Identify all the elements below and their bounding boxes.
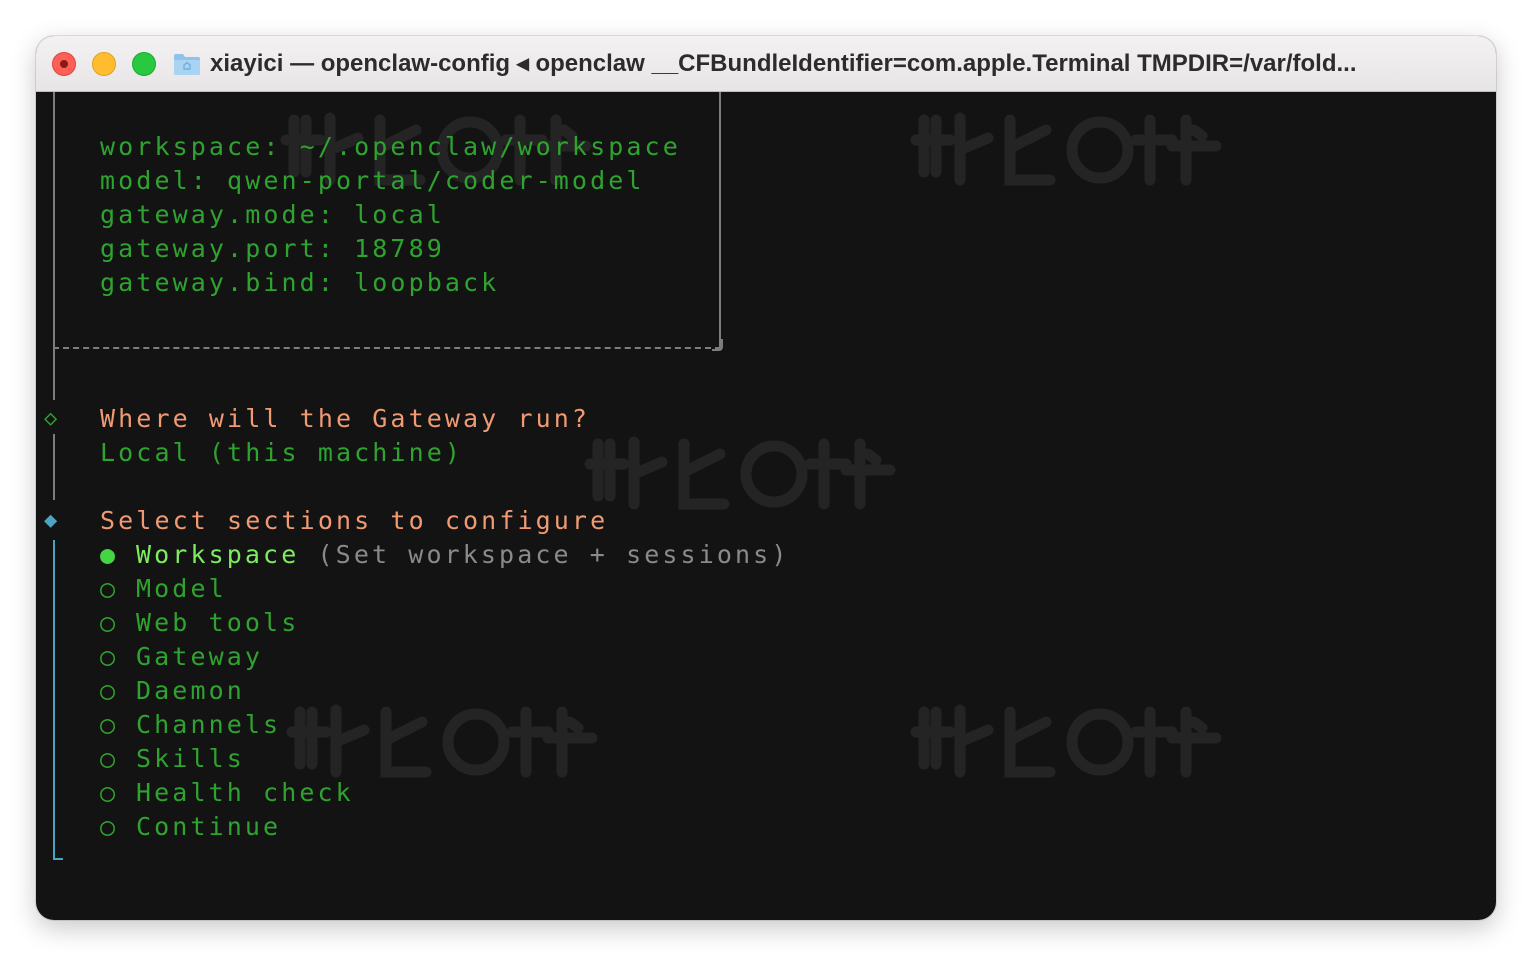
sections-prompt-label: Select sections to configure xyxy=(100,506,609,535)
completed-step-diamond-icon: ◇ xyxy=(44,406,61,431)
box-right-border xyxy=(719,92,721,348)
unselected-bullet-icon: ○ xyxy=(100,574,119,603)
gateway-question-label: Where will the Gateway run? xyxy=(100,404,591,433)
watermark-logo xyxy=(910,112,1222,186)
rail-segment xyxy=(53,434,55,500)
gateway-question-answer: Local (this machine) xyxy=(100,438,464,467)
option-hint: (Set workspace + sessions) xyxy=(317,540,790,569)
option-label: Model xyxy=(136,574,227,603)
unselected-bullet-icon: ○ xyxy=(100,812,119,841)
option-channels[interactable]: ○ Channels xyxy=(100,708,281,742)
watermark-logo xyxy=(286,704,598,778)
option-label: Web tools xyxy=(136,608,300,637)
selected-bullet-icon: ● xyxy=(100,540,119,569)
option-continue[interactable]: ○ Continue xyxy=(100,810,281,844)
unselected-bullet-icon: ○ xyxy=(100,676,119,705)
unselected-bullet-icon: ○ xyxy=(100,778,119,807)
folder-icon xyxy=(174,54,200,75)
option-label: Gateway xyxy=(136,642,264,671)
active-rail-end xyxy=(53,858,63,860)
close-button[interactable] xyxy=(52,52,76,76)
option-label: Skills xyxy=(136,744,245,773)
unselected-bullet-icon: ○ xyxy=(100,710,119,739)
option-health-check[interactable]: ○ Health check xyxy=(100,776,354,810)
box-left-border xyxy=(53,92,55,350)
watermark-logo xyxy=(910,704,1222,778)
option-workspace[interactable]: ● Workspace (Set workspace + sessions) xyxy=(100,538,789,572)
box-corner xyxy=(712,339,723,351)
watermark-logo xyxy=(584,436,896,510)
minimize-button[interactable] xyxy=(92,52,116,76)
active-rail xyxy=(53,540,55,860)
option-daemon[interactable]: ○ Daemon xyxy=(100,674,245,708)
option-label: Continue xyxy=(136,812,282,841)
option-label: Daemon xyxy=(136,676,245,705)
option-web-tools[interactable]: ○ Web tools xyxy=(100,606,299,640)
unselected-bullet-icon: ○ xyxy=(100,642,119,671)
option-gateway[interactable]: ○ Gateway xyxy=(100,640,263,674)
config-line-model: model: qwen-portal/coder-model xyxy=(100,166,645,195)
terminal-content[interactable]: workspace: ~/.openclaw/workspace model: … xyxy=(36,92,1496,920)
config-line-gateway-mode: gateway.mode: local xyxy=(100,200,445,229)
option-model[interactable]: ○ Model xyxy=(100,572,227,606)
option-skills[interactable]: ○ Skills xyxy=(100,742,245,776)
config-line-gateway-port: gateway.port: 18789 xyxy=(100,234,445,263)
unselected-bullet-icon: ○ xyxy=(100,608,119,637)
active-step-diamond-icon: ◆ xyxy=(44,508,61,533)
zoom-button[interactable] xyxy=(132,52,156,76)
rail-segment xyxy=(53,350,55,400)
window-title: xiayici — openclaw-config ◂ openclaw __C… xyxy=(210,50,1357,77)
option-label: Workspace xyxy=(136,540,300,569)
unselected-bullet-icon: ○ xyxy=(100,744,119,773)
box-bottom-border xyxy=(53,347,721,349)
option-label: Health check xyxy=(136,778,354,807)
terminal-window: xiayici — openclaw-config ◂ openclaw __C… xyxy=(36,36,1496,920)
config-line-gateway-bind: gateway.bind: loopback xyxy=(100,268,500,297)
title-bar[interactable]: xiayici — openclaw-config ◂ openclaw __C… xyxy=(36,36,1496,92)
config-line-workspace: workspace: ~/.openclaw/workspace xyxy=(100,132,681,161)
option-label: Channels xyxy=(136,710,282,739)
